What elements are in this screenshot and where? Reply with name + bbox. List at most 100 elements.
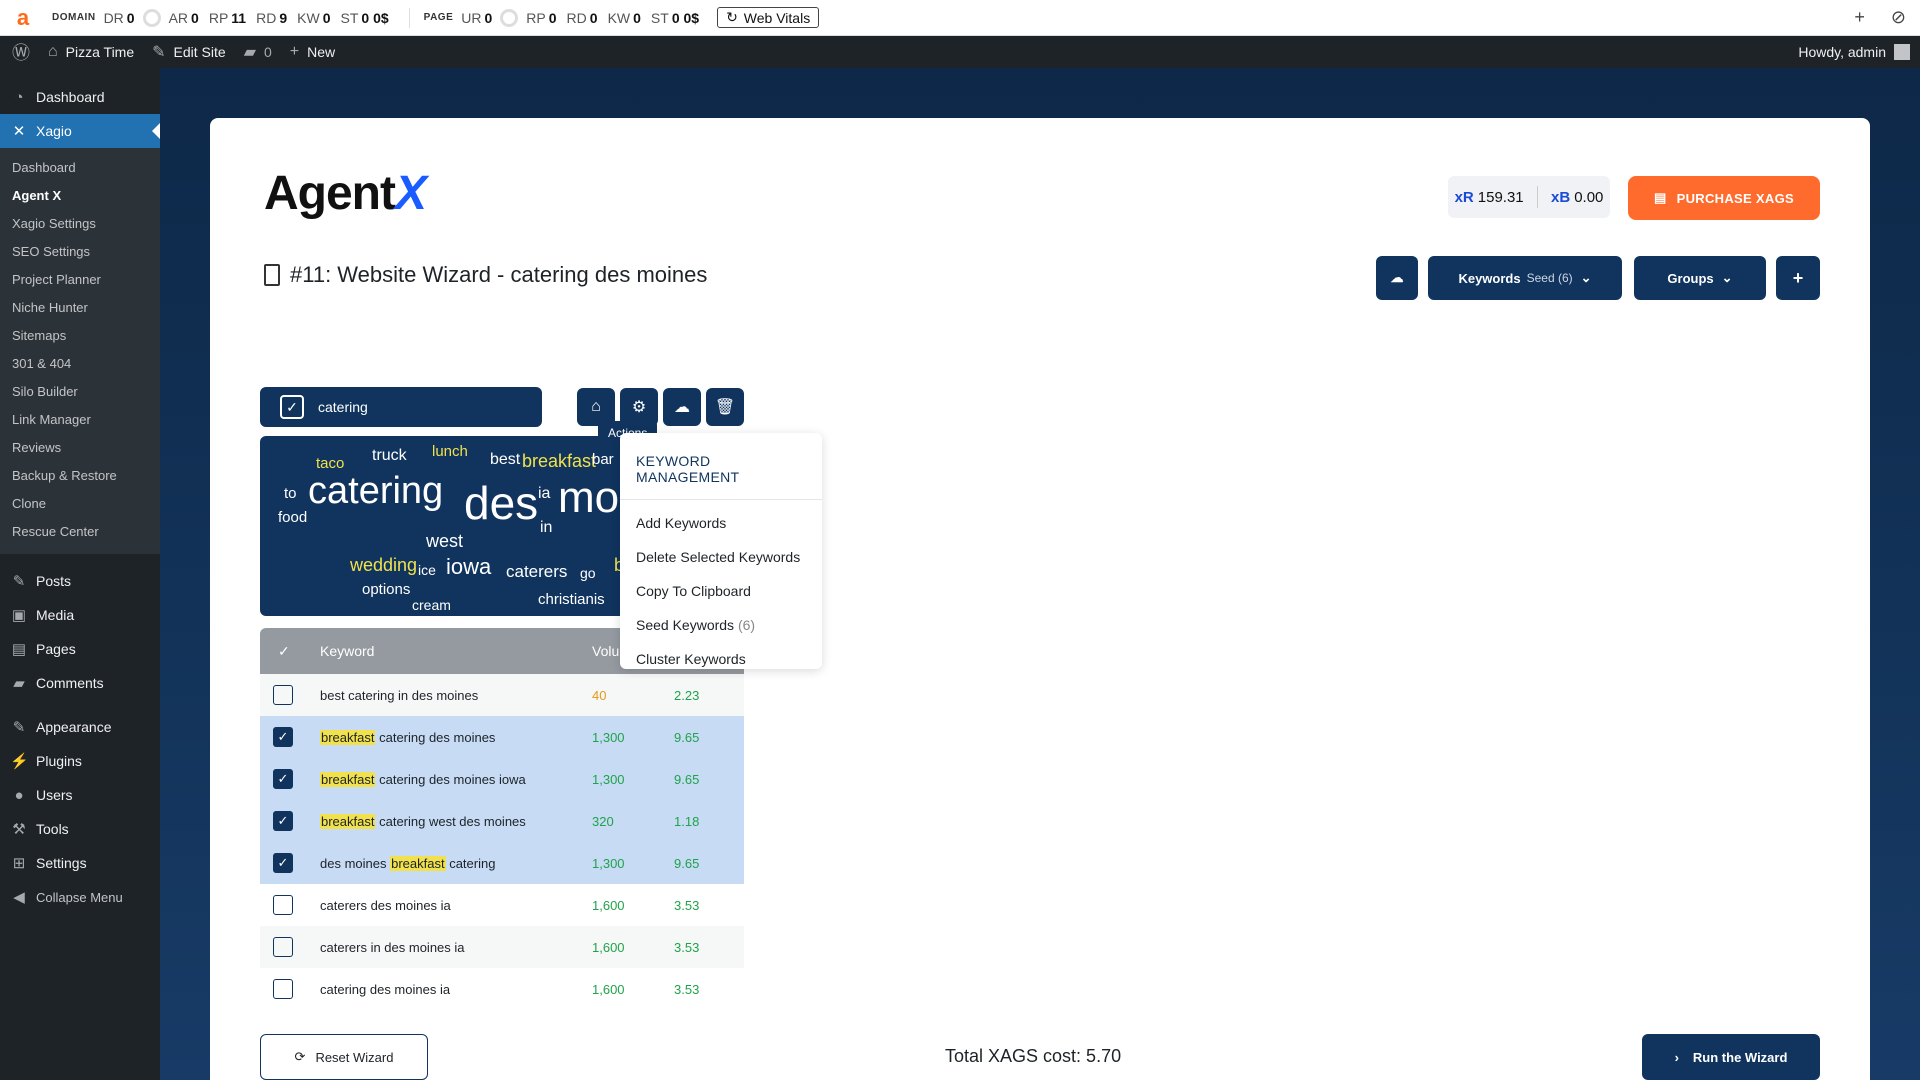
- cpc-cell: 9.65: [674, 855, 700, 871]
- metric-page-rd: RD 0: [566, 9, 598, 26]
- cloud-word: best: [490, 451, 521, 468]
- submenu-rescue-center[interactable]: Rescue Center: [0, 518, 160, 546]
- keyword-highlight: breakfast: [320, 771, 376, 787]
- cloud-word: ia: [538, 485, 551, 502]
- sidebar-item-appearance[interactable]: ✎ Appearance: [0, 710, 160, 744]
- keywords-dropdown-button[interactable]: Keywords Seed (6) ⌄: [1428, 256, 1622, 300]
- menu-header: KEYWORD MANAGEMENT: [620, 433, 822, 500]
- cloud-word: west: [426, 531, 464, 551]
- menu-item-cluster-keywords[interactable]: Cluster Keywords: [620, 642, 822, 676]
- sidebar-item-users[interactable]: ● Users: [0, 778, 160, 812]
- web-vitals-button[interactable]: ↻ Web Vitals: [717, 7, 820, 28]
- volume-cell: 320: [592, 813, 614, 829]
- keyword-management-menu: KEYWORD MANAGEMENT Add Keywords Delete S…: [620, 433, 822, 669]
- cpc-cell: 2.23: [674, 687, 700, 703]
- menu-item-add-keywords[interactable]: Add Keywords: [620, 506, 822, 540]
- submenu-link-manager[interactable]: Link Manager: [0, 406, 160, 434]
- menu-item-copy-to-clipboard[interactable]: Copy To Clipboard: [620, 574, 822, 608]
- volume-cell: 1,300: [592, 729, 625, 745]
- table-row[interactable]: ✓ des moines breakfast catering 1,300 9.65: [260, 842, 744, 884]
- submenu-agent-x[interactable]: Agent X: [0, 182, 160, 210]
- menu-item-seed-keywords[interactable]: Seed Keywords (6): [620, 608, 822, 642]
- group-select-checkbox[interactable]: ✓: [280, 395, 304, 419]
- disable-icon[interactable]: ⊘: [1891, 7, 1906, 28]
- comments-link[interactable]: ▰ 0: [244, 42, 272, 62]
- table-row[interactable]: ✓ breakfast catering des moines 1,300 9.65: [260, 716, 744, 758]
- group-name-field[interactable]: ✓ catering: [260, 387, 542, 427]
- row-checkbox[interactable]: ✓: [273, 727, 293, 747]
- new-content-link[interactable]: + New: [290, 43, 335, 61]
- purchase-xags-button[interactable]: ▤ PURCHASE XAGS: [1628, 176, 1820, 220]
- table-row[interactable]: catering des moines ia 1,600 3.53: [260, 968, 744, 1010]
- user-menu[interactable]: Howdy, admin: [1798, 44, 1910, 60]
- edit-site-link[interactable]: ✎ Edit Site: [152, 42, 226, 62]
- table-row[interactable]: best catering in des moines 40 2.23: [260, 674, 744, 716]
- menu-item-delete-selected-keywords[interactable]: Delete Selected Keywords: [620, 540, 822, 574]
- ur-ring-icon: [500, 8, 519, 27]
- submenu-dashboard[interactable]: Dashboard: [0, 154, 160, 182]
- sidebar-item-xagio[interactable]: ✕ Xagio: [0, 114, 160, 148]
- submenu-seo-settings[interactable]: SEO Settings: [0, 238, 160, 266]
- submenu-niche-hunter[interactable]: Niche Hunter: [0, 294, 160, 322]
- metric-st: ST 0 0$: [340, 9, 389, 26]
- submenu-reviews[interactable]: Reviews: [0, 434, 160, 462]
- keyword-cell: breakfast catering des moines: [320, 729, 496, 745]
- sidebar-item-tools[interactable]: ⚒ Tools: [0, 812, 160, 846]
- site-name-link[interactable]: ⌂ Pizza Time: [48, 43, 134, 61]
- column-keyword[interactable]: Keyword: [320, 643, 592, 659]
- cloud-word: taco: [316, 455, 345, 472]
- reset-wizard-button[interactable]: ⟳ Reset Wizard: [260, 1034, 428, 1080]
- media-icon: ▣: [11, 607, 27, 624]
- sidebar-item-comments[interactable]: ▰ Comments: [0, 666, 160, 700]
- ahrefs-logo-icon[interactable]: a: [12, 6, 34, 29]
- submenu-silo-builder[interactable]: Silo Builder: [0, 378, 160, 406]
- total-xags-cost: Total XAGS cost: 5.70: [945, 1046, 1122, 1066]
- row-checkbox[interactable]: ✓: [273, 853, 293, 873]
- sidebar-item-posts[interactable]: ✎ Posts: [0, 564, 160, 598]
- cloud-icon: ☁: [674, 399, 690, 416]
- sidebar-item-plugins[interactable]: ⚡ Plugins: [0, 744, 160, 778]
- column-volume[interactable]: Volu: [592, 643, 619, 659]
- add-group-button[interactable]: +: [1776, 256, 1820, 300]
- table-row[interactable]: ✓ breakfast catering des moines iowa 1,300…: [260, 758, 744, 800]
- select-all-icon[interactable]: ✓: [260, 643, 320, 660]
- submenu-xagio-settings[interactable]: Xagio Settings: [0, 210, 160, 238]
- cpc-cell: 3.53: [674, 981, 700, 997]
- row-checkbox[interactable]: [273, 937, 293, 957]
- cloud-word: truck: [372, 447, 407, 464]
- cloud-word: wedding: [350, 555, 418, 575]
- submenu-backup-restore[interactable]: Backup & Restore: [0, 462, 160, 490]
- row-checkbox[interactable]: ✓: [273, 769, 293, 789]
- submenu-sitemaps[interactable]: Sitemaps: [0, 322, 160, 350]
- plus-icon: +: [289, 43, 300, 60]
- cloud-upload-button[interactable]: ☁: [663, 388, 701, 426]
- table-row[interactable]: caterers in des moines ia 1,600 3.53: [260, 926, 744, 968]
- admin-sidebar: ◔ Dashboard ✕ Xagio Dashboard Agent X Xagi…: [0, 68, 160, 1080]
- submenu-clone[interactable]: Clone: [0, 490, 160, 518]
- delete-group-button[interactable]: 🗑: [706, 388, 744, 426]
- cloud-word: ice: [418, 562, 436, 578]
- table-row[interactable]: caterers des moines ia 1,600 3.53: [260, 884, 744, 926]
- sidebar-item-media[interactable]: ▣ Media: [0, 598, 160, 632]
- table-row[interactable]: ✓ breakfast catering west des moines 320 1.…: [260, 800, 744, 842]
- run-wizard-button[interactable]: › Run the Wizard: [1642, 1034, 1820, 1080]
- dashboard-icon: ◔: [14, 88, 24, 106]
- row-checkbox[interactable]: [273, 895, 293, 915]
- groups-dropdown-button[interactable]: Groups ⌄: [1634, 256, 1766, 300]
- submenu-301-404[interactable]: 301 & 404: [0, 350, 160, 378]
- plus-icon[interactable]: +: [1854, 7, 1865, 28]
- keyword-cell: best catering in des moines: [320, 687, 479, 703]
- reset-icon: ⟳: [294, 1049, 306, 1064]
- cloud-sync-button[interactable]: ☁: [1376, 256, 1418, 300]
- cloud-word: cream: [412, 597, 451, 613]
- row-checkbox[interactable]: ✓: [273, 811, 293, 831]
- row-checkbox[interactable]: [273, 685, 293, 705]
- sidebar-item-settings[interactable]: ⊞ Settings: [0, 846, 160, 880]
- row-checkbox[interactable]: [273, 979, 293, 999]
- comment-icon: ▰: [13, 675, 25, 692]
- submenu-project-planner[interactable]: Project Planner: [0, 266, 160, 294]
- collapse-menu-button[interactable]: ◀ Collapse Menu: [0, 880, 160, 914]
- wordpress-logo-icon[interactable]: Ⓦ: [12, 39, 30, 65]
- sidebar-item-dashboard[interactable]: ◔ Dashboard: [0, 80, 160, 114]
- sidebar-item-pages[interactable]: ▤ Pages: [0, 632, 160, 666]
